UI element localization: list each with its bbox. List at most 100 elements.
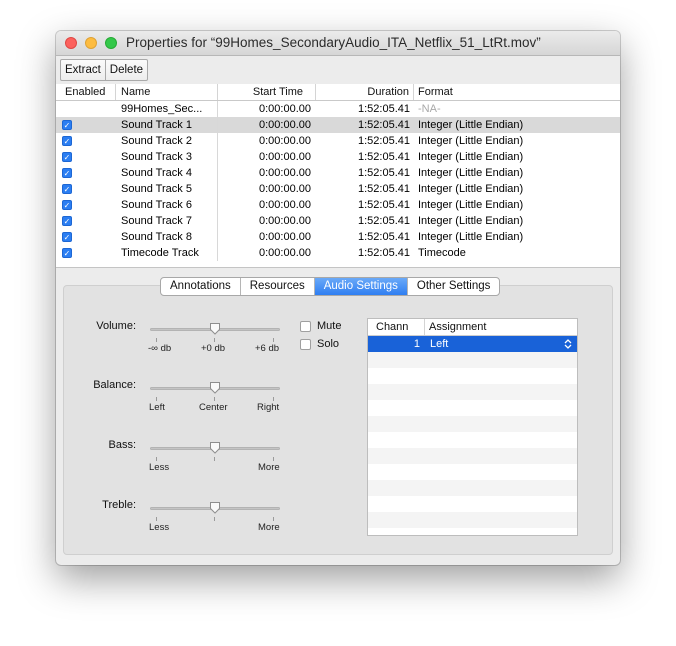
- enabled-checkbox[interactable]: ✓: [62, 136, 72, 146]
- track-duration: 1:52:05.41: [358, 119, 410, 131]
- track-name: Sound Track 4: [116, 165, 218, 181]
- volume-slider-knob-icon[interactable]: [209, 322, 221, 335]
- column-header-assignment[interactable]: Assignment: [424, 319, 486, 335]
- track-start-time: 0:00:00.00: [259, 151, 311, 163]
- table-row[interactable]: 99Homes_Sec... 0:00:00.00 1:52:05.41 -NA-: [56, 101, 620, 117]
- track-start-time: 0:00:00.00: [259, 119, 311, 131]
- zoom-window-button[interactable]: [105, 37, 117, 49]
- table-row[interactable]: ✓ Sound Track 4 0:00:00.00 1:52:05.41 Intege…: [56, 165, 620, 181]
- extract-button[interactable]: Extract: [61, 60, 105, 80]
- checkmark-icon: ✓: [63, 121, 71, 130]
- checkmark-icon: ✓: [63, 249, 71, 258]
- track-format: -NA-: [418, 103, 441, 115]
- enabled-checkbox[interactable]: ✓: [62, 184, 72, 194]
- assignment-empty-row: [368, 384, 577, 400]
- column-header-start-time[interactable]: Start Time: [218, 84, 316, 100]
- track-name: Sound Track 3: [116, 149, 218, 165]
- column-header-duration[interactable]: Duration: [316, 84, 414, 100]
- track-toolbar: Extract Delete: [60, 59, 149, 81]
- track-duration: 1:52:05.41: [358, 103, 410, 115]
- track-name: Timecode Track: [116, 245, 218, 261]
- checkmark-icon: ✓: [63, 201, 71, 210]
- checkmark-icon: ✓: [63, 153, 71, 162]
- track-name: 99Homes_Sec...: [116, 101, 218, 117]
- mute-checkbox[interactable]: [300, 321, 311, 332]
- tab-resources[interactable]: Resources: [239, 278, 314, 295]
- checkmark-icon: ✓: [63, 185, 71, 194]
- balance-slider-knob-icon[interactable]: [209, 381, 221, 394]
- table-row[interactable]: ✓ Sound Track 6 0:00:00.00 1:52:05.41 Intege…: [56, 197, 620, 213]
- track-start-time: 0:00:00.00: [259, 135, 311, 147]
- bass-min-label: Less: [149, 462, 170, 473]
- enabled-checkbox[interactable]: ✓: [62, 120, 72, 130]
- track-start-time: 0:00:00.00: [259, 199, 311, 211]
- assignment-empty-row: [368, 368, 577, 384]
- track-format: Integer (Little Endian): [418, 167, 524, 179]
- settings-tabs: Annotations Resources Audio Settings Oth…: [160, 277, 501, 296]
- track-name: Sound Track 5: [116, 181, 218, 197]
- column-header-format[interactable]: Format: [414, 84, 620, 100]
- checkmark-icon: ✓: [63, 137, 71, 146]
- track-duration: 1:52:05.41: [358, 231, 410, 243]
- table-row[interactable]: ✓ Sound Track 8 0:00:00.00 1:52:05.41 Intege…: [56, 229, 620, 245]
- track-start-time: 0:00:00.00: [259, 247, 311, 259]
- solo-checkbox[interactable]: [300, 339, 311, 350]
- balance-min-label: Left: [149, 402, 165, 413]
- treble-max-label: More: [258, 522, 280, 533]
- track-format: Integer (Little Endian): [418, 231, 524, 243]
- track-duration: 1:52:05.41: [358, 135, 410, 147]
- table-row[interactable]: ✓ Sound Track 1 0:00:00.00 1:52:05.41 Intege…: [56, 117, 620, 133]
- treble-label: Treble:: [102, 499, 136, 511]
- assignment-table-header: Chann Assignment: [368, 319, 577, 336]
- tab-audio-settings[interactable]: Audio Settings: [313, 278, 407, 295]
- table-row[interactable]: ✓ Timecode Track 0:00:00.00 1:52:05.41 Timec…: [56, 245, 620, 261]
- column-header-channel[interactable]: Chann: [376, 319, 408, 335]
- track-format: Integer (Little Endian): [418, 215, 524, 227]
- track-duration: 1:52:05.41: [358, 183, 410, 195]
- tab-other-settings[interactable]: Other Settings: [406, 278, 500, 295]
- close-window-button[interactable]: [65, 37, 77, 49]
- track-format: Integer (Little Endian): [418, 183, 524, 195]
- enabled-checkbox[interactable]: ✓: [62, 248, 72, 258]
- track-start-time: 0:00:00.00: [259, 167, 311, 179]
- checkmark-icon: ✓: [63, 169, 71, 178]
- enabled-checkbox[interactable]: ✓: [62, 152, 72, 162]
- track-duration: 1:52:05.41: [358, 151, 410, 163]
- column-header-name[interactable]: Name: [116, 84, 218, 100]
- table-row[interactable]: ✓ Sound Track 2 0:00:00.00 1:52:05.41 Intege…: [56, 133, 620, 149]
- enabled-checkbox[interactable]: ✓: [62, 216, 72, 226]
- track-duration: 1:52:05.41: [358, 247, 410, 259]
- assignment-popup[interactable]: Left: [430, 336, 550, 352]
- treble-slider-knob-icon[interactable]: [209, 501, 221, 514]
- tab-annotations[interactable]: Annotations: [161, 278, 240, 295]
- checkmark-icon: ✓: [63, 233, 71, 242]
- track-name: Sound Track 6: [116, 197, 218, 213]
- track-name: Sound Track 1: [116, 117, 218, 133]
- updown-chevron-icon[interactable]: [564, 339, 572, 349]
- bass-label: Bass:: [108, 439, 136, 451]
- table-row[interactable]: ✓ Sound Track 5 0:00:00.00 1:52:05.41 Intege…: [56, 181, 620, 197]
- column-header-enabled[interactable]: Enabled: [56, 84, 116, 100]
- balance-ticks: [150, 397, 280, 401]
- assignment-empty-row: [368, 480, 577, 496]
- volume-max-label: +6 db: [255, 343, 280, 354]
- volume-mid-label: +0 db: [201, 343, 226, 354]
- enabled-checkbox[interactable]: ✓: [62, 232, 72, 242]
- minimize-window-button[interactable]: [85, 37, 97, 49]
- track-format: Integer (Little Endian): [418, 135, 524, 147]
- assignment-empty-row: [368, 496, 577, 512]
- table-row[interactable]: ✓ Sound Track 7 0:00:00.00 1:52:05.41 Intege…: [56, 213, 620, 229]
- delete-button[interactable]: Delete: [104, 60, 147, 80]
- assignment-empty-row: [368, 512, 577, 528]
- assignment-row[interactable]: 1 Left: [368, 336, 577, 352]
- title-bar[interactable]: Properties for “99Homes_SecondaryAudio_I…: [56, 31, 620, 56]
- bass-slider-knob-icon[interactable]: [209, 441, 221, 454]
- table-row[interactable]: ✓ Sound Track 3 0:00:00.00 1:52:05.41 Intege…: [56, 149, 620, 165]
- assignment-empty-row: [368, 400, 577, 416]
- enabled-checkbox[interactable]: ✓: [62, 168, 72, 178]
- treble-ticks: [150, 517, 280, 521]
- enabled-checkbox[interactable]: ✓: [62, 200, 72, 210]
- mute-label: Mute: [317, 320, 342, 332]
- track-start-time: 0:00:00.00: [259, 215, 311, 227]
- balance-mid-label: Center: [199, 402, 228, 413]
